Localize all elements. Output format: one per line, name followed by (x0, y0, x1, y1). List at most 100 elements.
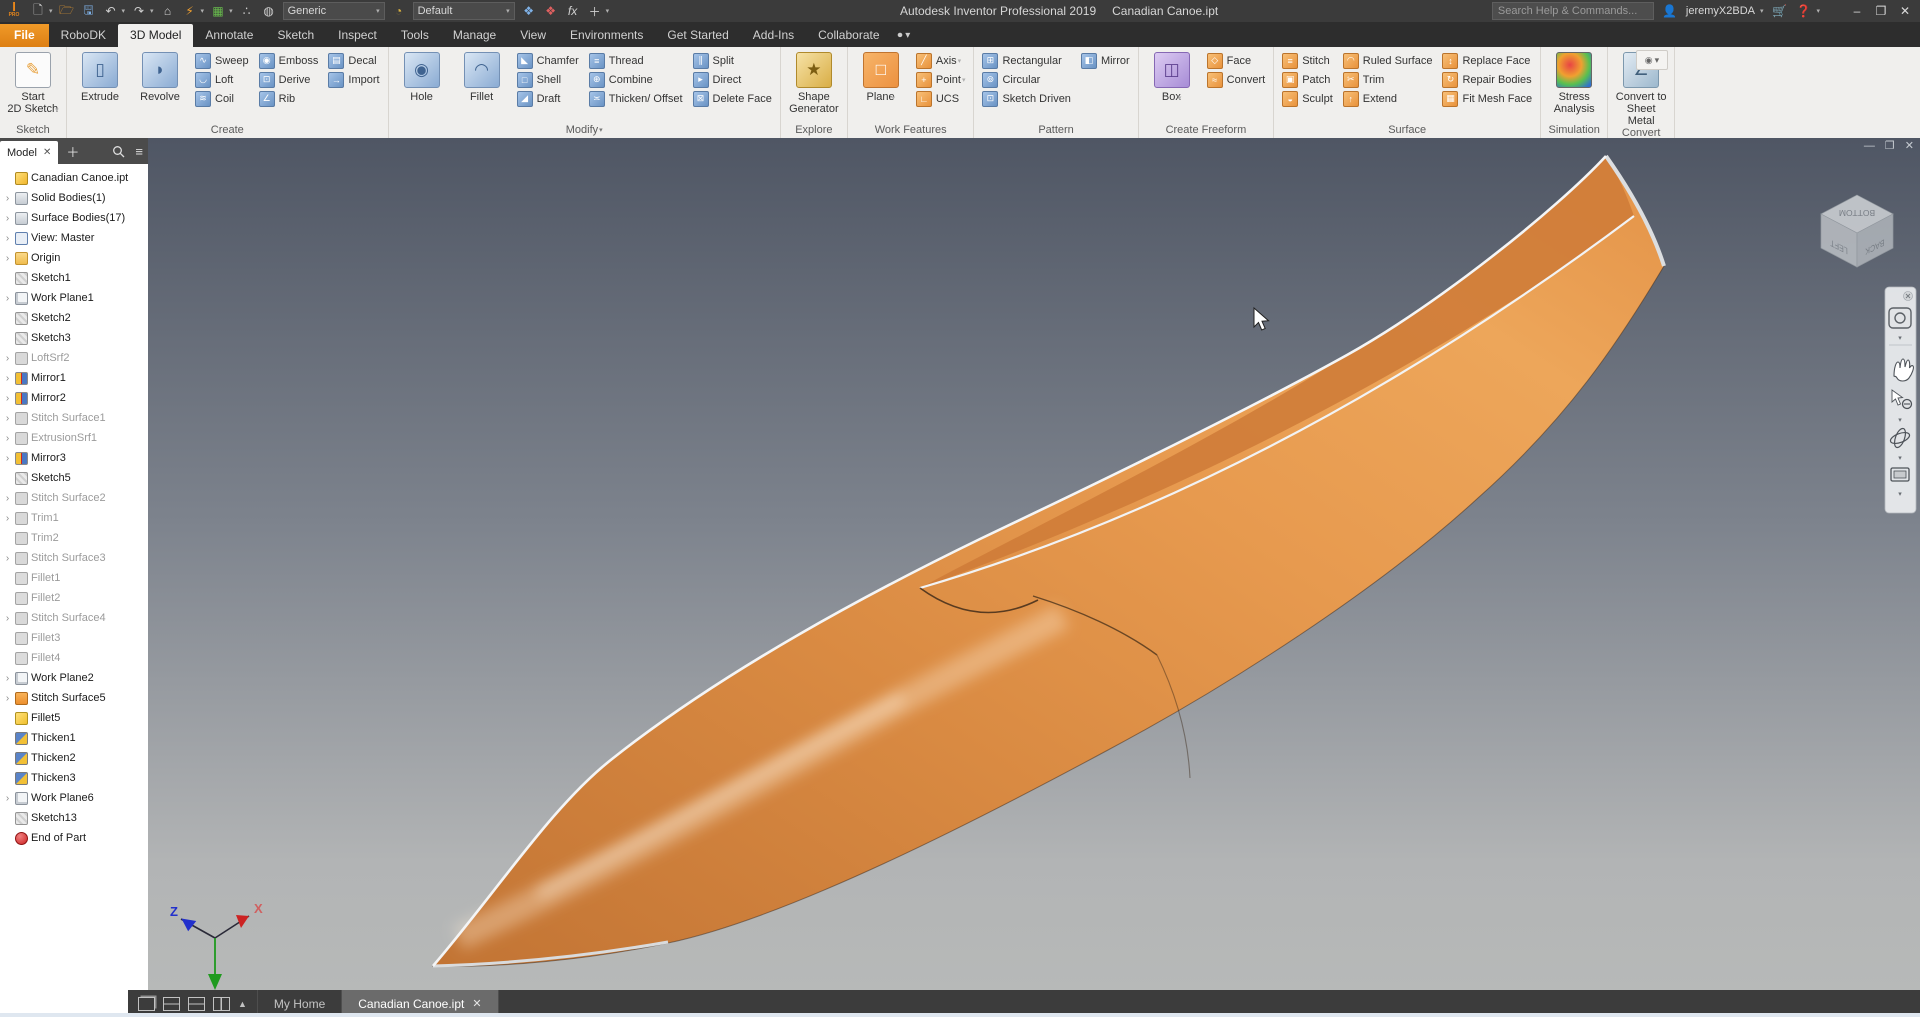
navigation-bar[interactable]: ▾ ▾ ▾ ▾ (1885, 287, 1916, 513)
redo-dropdown[interactable]: ▾ (150, 7, 154, 15)
ribbon-button-patch[interactable]: ▣Patch (1278, 70, 1337, 89)
expand-arrow-icon[interactable]: › (3, 393, 12, 404)
material-dropdown-arrow[interactable]: ▾ (229, 7, 233, 15)
menu-tabs-overflow-icon[interactable]: ⏺ ▾ (892, 26, 917, 47)
viewcube-face-bottom[interactable]: BOTTOM (1839, 208, 1875, 218)
expand-arrow-icon[interactable]: › (3, 213, 12, 224)
tree-item-fillet4[interactable]: Fillet4 (0, 648, 148, 668)
help-icon[interactable]: ❓ (1795, 3, 1811, 19)
ribbon-button-fillet[interactable]: ◠Fillet (453, 50, 511, 103)
menu-tab-inspect[interactable]: Inspect (326, 24, 389, 47)
zoom-dropdown[interactable]: ▾ (1898, 417, 1902, 424)
appearance-combo[interactable]: Default▾ (413, 2, 515, 20)
user-dropdown[interactable]: ▾ (1760, 7, 1764, 15)
expand-arrow-icon[interactable]: › (3, 513, 12, 524)
ribbon-button-shape-generator[interactable]: ★ShapeGenerator (785, 50, 843, 115)
tree-item-sketch1[interactable]: Sketch1 (0, 268, 148, 288)
expand-arrow-icon[interactable]: › (3, 693, 12, 704)
tree-item-stitch-surface1[interactable]: ›Stitch Surface1 (0, 408, 148, 428)
navbar-close-icon[interactable] (1904, 292, 1913, 301)
ribbon-group-label-explore[interactable]: Explore (781, 122, 847, 138)
browser-tab-close-icon[interactable]: ✕ (43, 147, 51, 158)
ribbon-button-draft[interactable]: ◢Draft (513, 89, 583, 108)
tree-item-thicken3[interactable]: Thicken3 (0, 768, 148, 788)
ribbon-button-trim[interactable]: ✂Trim (1339, 70, 1437, 89)
expand-arrow-icon[interactable]: › (3, 293, 12, 304)
component-icon[interactable]: ∴ (239, 3, 255, 19)
ribbon-button-revolve[interactable]: ◗Revolve (131, 50, 189, 103)
ribbon-button-fit-mesh-face[interactable]: ▦Fit Mesh Face (1438, 89, 1536, 108)
tree-item-stitch-surface5[interactable]: ›Stitch Surface5 (0, 688, 148, 708)
ribbon-button-combine[interactable]: ⊕Combine (585, 70, 687, 89)
expand-arrow-icon[interactable]: › (3, 553, 12, 564)
dropdown-arrow-icon[interactable]: ▾ (958, 57, 962, 65)
home-icon[interactable]: ⌂ (160, 3, 176, 19)
menu-tab-tools[interactable]: Tools (389, 24, 441, 47)
ribbon-button-ucs[interactable]: ∟UCS (912, 89, 970, 108)
tree-item-mirror1[interactable]: ›Mirror1 (0, 368, 148, 388)
ribbon-group-label-pattern[interactable]: Pattern (974, 122, 1137, 138)
browser-add-tab-button[interactable]: ＋ (58, 138, 87, 164)
ribbon-group-label-create[interactable]: Create (67, 122, 388, 138)
color-wheel-icon[interactable]: ◔ (391, 3, 407, 19)
undo-icon[interactable]: ↶ (103, 3, 119, 19)
add-icon[interactable]: ＋ (587, 3, 603, 19)
restore-button[interactable]: ❐ (1870, 2, 1892, 20)
ribbon-button-extrude[interactable]: ▯Extrude (71, 50, 129, 103)
minimize-button[interactable]: – (1846, 2, 1868, 20)
redo-icon[interactable]: ↷ (131, 3, 147, 19)
tab-close-icon[interactable]: ✕ (472, 997, 481, 1010)
expand-arrow-icon[interactable]: › (3, 453, 12, 464)
tree-item-sketch13[interactable]: Sketch13 (0, 808, 148, 828)
appearance-sphere-icon[interactable]: ◍ (261, 3, 277, 19)
expand-arrow-icon[interactable]: › (3, 673, 12, 684)
ribbon-button-circular[interactable]: ⊚Circular (978, 70, 1074, 89)
menu-tab-view[interactable]: View (508, 24, 558, 47)
username[interactable]: jeremyX2BDA (1686, 5, 1755, 17)
tree-item-surface-bodies-17[interactable]: ›Surface Bodies(17) (0, 208, 148, 228)
expand-arrow-icon[interactable]: › (3, 493, 12, 504)
ribbon-button-convert[interactable]: ≈Convert (1203, 70, 1270, 89)
ribbon-button-derive[interactable]: ⊡Derive (255, 70, 323, 89)
ribbon-button-chamfer[interactable]: ◣Chamfer (513, 51, 583, 70)
tree-item-canadian-canoe-ipt[interactable]: Canadian Canoe.ipt (0, 168, 148, 188)
doc-restore-button[interactable]: ❐ (1885, 141, 1895, 152)
ribbon-appearance-dropdown[interactable]: ◉▾ (1636, 50, 1668, 70)
ribbon-button-loft[interactable]: ◡Loft (191, 70, 253, 89)
expand-arrow-icon[interactable]: › (3, 233, 12, 244)
tree-item-fillet5[interactable]: Fillet5 (0, 708, 148, 728)
ribbon-group-label-create-freeform[interactable]: Create Freeform (1139, 122, 1274, 138)
dropdown-arrow-icon[interactable]: ▾ (55, 107, 59, 114)
expand-arrow-icon[interactable]: › (3, 613, 12, 624)
qat-customize-dropdown[interactable]: ▾ (606, 7, 610, 15)
tree-item-end-of-part[interactable]: End of Part (0, 828, 148, 848)
ribbon-button-split[interactable]: ∥Split (689, 51, 776, 70)
tree-item-work-plane1[interactable]: ›Work Plane1 (0, 288, 148, 308)
ribbon-group-label-surface[interactable]: Surface (1274, 122, 1540, 138)
ribbon-button-sculpt[interactable]: ◒Sculpt (1278, 89, 1337, 108)
menu-tab-environments[interactable]: Environments (558, 24, 655, 47)
browser-search-icon[interactable] (107, 138, 130, 164)
ribbon-button-hole[interactable]: ◉Hole (393, 50, 451, 103)
tree-item-sketch2[interactable]: Sketch2 (0, 308, 148, 328)
help-dropdown[interactable]: ▾ (1816, 7, 1820, 15)
expand-arrow-icon[interactable]: › (3, 253, 12, 264)
tree-item-view-master[interactable]: ›View: Master (0, 228, 148, 248)
ribbon-button-decal[interactable]: ▤Decal (324, 51, 383, 70)
ribbon-button-thread[interactable]: ≡Thread (585, 51, 687, 70)
ribbon-button-sketch-driven[interactable]: ⊡Sketch Driven (978, 89, 1074, 108)
tree-item-loftsrf2[interactable]: ›LoftSrf2 (0, 348, 148, 368)
ribbon-button-replace-face[interactable]: ↕Replace Face (1438, 51, 1536, 70)
ribbon-button-shell[interactable]: □Shell (513, 70, 583, 89)
update-icon[interactable]: ⚡ (182, 3, 198, 19)
menu-tab-3d-model[interactable]: 3D Model (118, 24, 193, 47)
open-file-icon[interactable]: 🗁 (59, 3, 75, 19)
ribbon-button-extend[interactable]: ↑Extend (1339, 89, 1437, 108)
tree-item-mirror3[interactable]: ›Mirror3 (0, 448, 148, 468)
dropdown-arrow-icon[interactable]: ▾ (1178, 95, 1182, 102)
ribbon-button-stitch[interactable]: ≡Stitch (1278, 51, 1337, 70)
adjust-icon[interactable]: ❖ (521, 3, 537, 19)
ribbon-button-rectangular[interactable]: ⊞Rectangular (978, 51, 1074, 70)
tree-item-origin[interactable]: ›Origin (0, 248, 148, 268)
menu-tab-sketch[interactable]: Sketch (265, 24, 326, 47)
